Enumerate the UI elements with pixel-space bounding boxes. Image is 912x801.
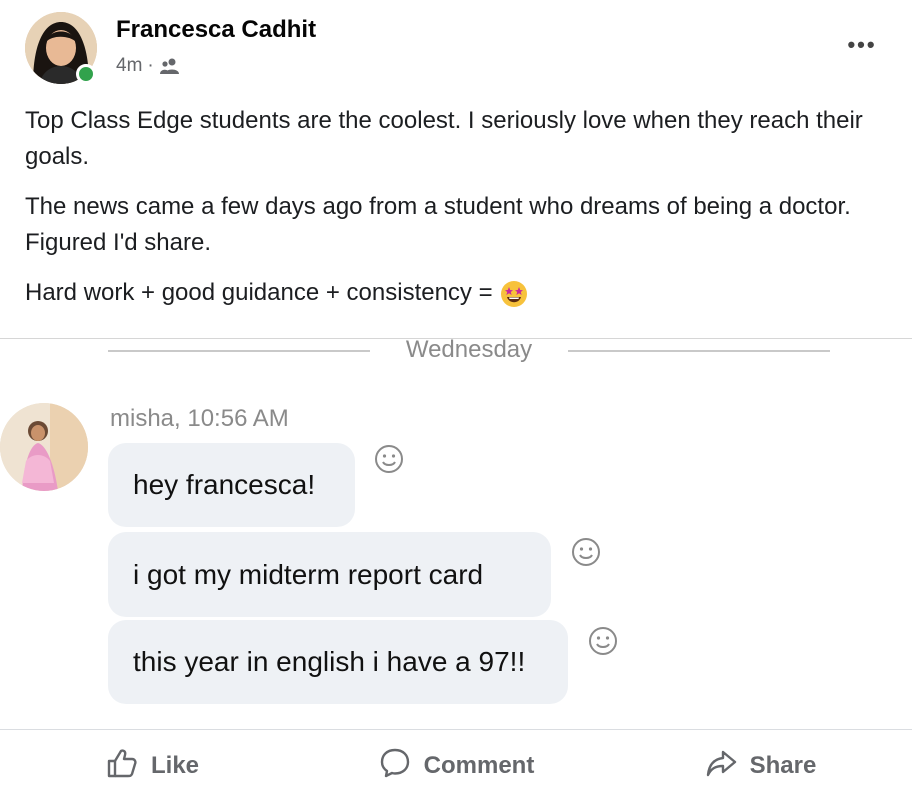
post-paragraph: Top Class Edge students are the coolest.… <box>25 107 863 170</box>
more-options-icon[interactable]: ••• <box>842 30 882 60</box>
message-text: hey francesca! <box>133 469 316 500</box>
message-text: this year in english i have a 97!! <box>133 646 526 677</box>
share-label: Share <box>749 752 817 779</box>
message-text: i got my midterm report card <box>133 558 484 590</box>
post-header: Francesca Cadhit 4m · ••• <box>0 0 912 100</box>
sender-avatar <box>0 403 88 491</box>
smiley-react-icon <box>374 444 404 474</box>
message-bubble: i got my midterm report card <box>108 532 551 617</box>
like-label: Like <box>150 752 200 779</box>
like-icon <box>105 746 139 787</box>
day-divider: Wednesday <box>108 336 830 368</box>
post-paragraph: The news came a few days ago from a stud… <box>25 193 851 256</box>
post-time[interactable]: 4m <box>116 55 142 77</box>
like-button[interactable]: Like <box>0 735 304 797</box>
message-bubble: this year in english i have a 97!! <box>108 620 568 704</box>
sender-line: misha, 10:56 AM <box>110 405 289 432</box>
smiley-react-icon <box>571 537 601 567</box>
post-actions: Like Comment Share <box>0 735 912 797</box>
comment-button[interactable]: Comment <box>304 735 608 797</box>
share-button[interactable]: Share <box>608 735 912 797</box>
smiley-react-icon <box>588 626 618 656</box>
divider-line-right <box>568 350 830 352</box>
post-paragraph-last: Hard work + good guidance + consistency … <box>25 275 895 311</box>
share-icon <box>704 746 738 787</box>
online-status-dot <box>76 64 96 84</box>
actions-divider <box>0 729 912 730</box>
friends-icon[interactable] <box>159 57 181 75</box>
comment-icon <box>378 746 412 787</box>
post-paragraph-text: Hard work + good guidance + consistency … <box>25 279 493 306</box>
meta-separator: · <box>147 55 154 76</box>
message-bubble: hey francesca! <box>108 443 355 527</box>
post-text: Top Class Edge students are the coolest.… <box>25 103 895 325</box>
star-struck-emoji <box>499 279 529 309</box>
comment-label: Comment <box>423 752 535 779</box>
post-meta: 4m · <box>116 55 181 77</box>
author-name[interactable]: Francesca Cadhit <box>116 16 316 44</box>
